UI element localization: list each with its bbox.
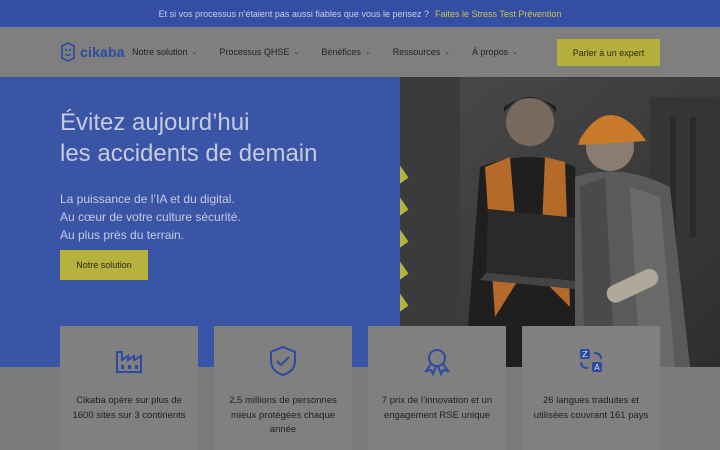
hero-subtitle: La puissance de l’IA et du digital. Au c… [60,190,241,244]
stat-card-awards: 7 prix de l’innovation et un engagement … [368,326,506,450]
announcement-text: Et si vos processus n'étaient pas aussi … [158,8,429,19]
shield-check-icon [270,345,296,377]
workers-illustration [400,77,720,367]
chevron-down-icon: ⌄ [293,49,300,56]
hero-title: Évitez aujourd’hui les accidents de dema… [60,107,317,169]
hero-photo [400,77,720,367]
nav-item-a-propos[interactable]: À propos ⌄ [472,47,518,57]
chevron-down-icon: ⌄ [191,49,198,56]
nav-item-label: À propos [472,47,509,57]
hero-line: La puissance de l’IA et du digital. [60,192,235,206]
nav-item-label: Ressources [392,47,441,57]
svg-text:Z: Z [582,350,588,359]
factory-icon [116,351,142,373]
stat-card-people: 2,5 millions de personnes mieux protégée… [214,326,352,450]
main-nav: cikaba Notre solution ⌄ Processus QHSE ⌄… [0,27,720,77]
award-icon [423,349,451,377]
hero-line: Au plus près du terrain. [60,228,185,242]
stat-card-languages: Z A 26 langues traduites et utilisées co… [522,326,660,450]
translate-icon: Z A [580,349,602,372]
stat-card-sites: Cikaba opère sur plus de 1600 sites sur … [60,326,198,450]
nav-item-label: Bénéfices [321,47,361,57]
hero-line: Au cœur de votre culture sécurité. [60,210,241,224]
hero-title-line1: Évitez aujourd’hui [60,109,250,136]
logo[interactable]: cikaba [60,42,125,62]
nav-menu: Notre solution ⌄ Processus QHSE ⌄ Bénéfi… [132,27,540,77]
chevron-down-icon: ⌄ [444,49,451,56]
nav-item-ressources[interactable]: Ressources ⌄ [393,47,450,57]
cikaba-logo-icon [61,42,75,62]
nav-item-notre-solution[interactable]: Notre solution ⌄ [132,47,197,57]
svg-text:A: A [594,363,600,372]
stat-text: 7 prix de l’innovation et un engagement … [381,395,493,421]
stress-test-link[interactable]: Faites le Stress Test Prévention [435,9,561,19]
hero-section: Évitez aujourd’hui les accidents de dema… [0,77,400,367]
stat-text: 2,5 millions de personnes mieux protégée… [229,395,337,435]
chevron-down-icon: ⌄ [364,49,371,56]
talk-to-expert-button[interactable]: Parler à un expert [557,39,660,66]
hero-title-line2: les accidents de demain [60,140,318,167]
nav-item-label: Processus QHSE [219,47,290,57]
stat-text: 26 langues traduites et utilisées couvra… [533,395,649,421]
announcement-bar: Et si vos processus n'étaient pas aussi … [0,0,720,27]
nav-item-processus-qhse[interactable]: Processus QHSE ⌄ [219,47,299,57]
stat-text: Cikaba opère sur plus de 1600 sites sur … [72,395,186,421]
nav-item-benefices[interactable]: Bénéfices ⌄ [321,47,370,57]
nav-item-label: Notre solution [132,47,188,57]
chevron-down-icon: ⌄ [512,49,519,56]
logo-text: cikaba [80,44,125,60]
notre-solution-button[interactable]: Notre solution [60,250,148,280]
